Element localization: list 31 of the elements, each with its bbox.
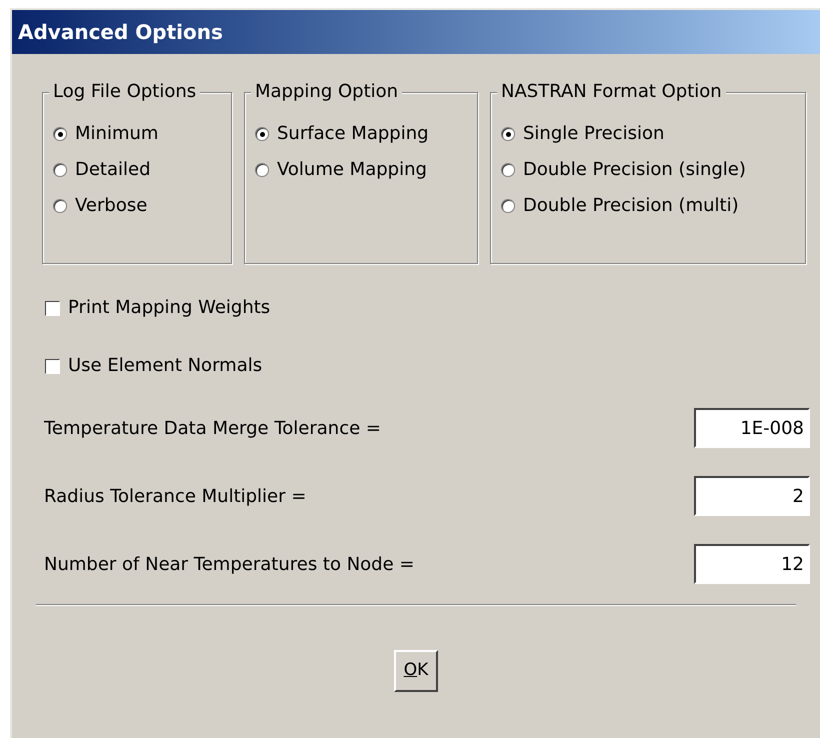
radio-button[interactable]	[53, 163, 67, 177]
field-label: Radius Tolerance Multiplier =	[44, 484, 306, 508]
radio-button[interactable]	[501, 199, 515, 213]
ok-button[interactable]: OK	[394, 650, 438, 692]
radio-option[interactable]: Surface Mapping	[255, 123, 477, 145]
radio-option[interactable]: Verbose	[53, 195, 231, 217]
radio-button[interactable]	[53, 199, 67, 213]
radio-button[interactable]	[501, 127, 515, 141]
input-field[interactable]: 12	[694, 544, 810, 584]
radio-button[interactable]	[501, 163, 515, 177]
radio-option[interactable]: Minimum	[53, 123, 231, 145]
group-title: Mapping Option	[251, 81, 402, 103]
checkbox[interactable]	[45, 358, 60, 374]
radio-button[interactable]	[53, 127, 67, 141]
radio-option[interactable]: Detailed	[53, 159, 231, 181]
radio-option[interactable]: Single Precision	[501, 123, 805, 145]
checkbox-option[interactable]: Use Element Normals	[45, 354, 820, 378]
radio-option[interactable]: Volume Mapping	[255, 159, 477, 181]
field-label: Temperature Data Merge Tolerance =	[44, 416, 381, 440]
window-title: Advanced Options	[12, 10, 820, 54]
radio-button[interactable]	[255, 163, 269, 177]
radio-button[interactable]	[255, 127, 269, 141]
radio-option[interactable]: Double Precision (single)	[501, 159, 805, 181]
group-title: Log File Options	[49, 81, 200, 103]
field-label: Number of Near Temperatures to Node =	[44, 552, 414, 576]
input-field[interactable]: 1E-008	[694, 408, 810, 448]
checkbox[interactable]	[45, 300, 60, 316]
input-field[interactable]: 2	[694, 476, 810, 516]
group-title: NASTRAN Format Option	[497, 81, 726, 103]
checkbox-option[interactable]: Print Mapping Weights	[45, 296, 820, 320]
radio-option[interactable]: Double Precision (multi)	[501, 195, 805, 217]
